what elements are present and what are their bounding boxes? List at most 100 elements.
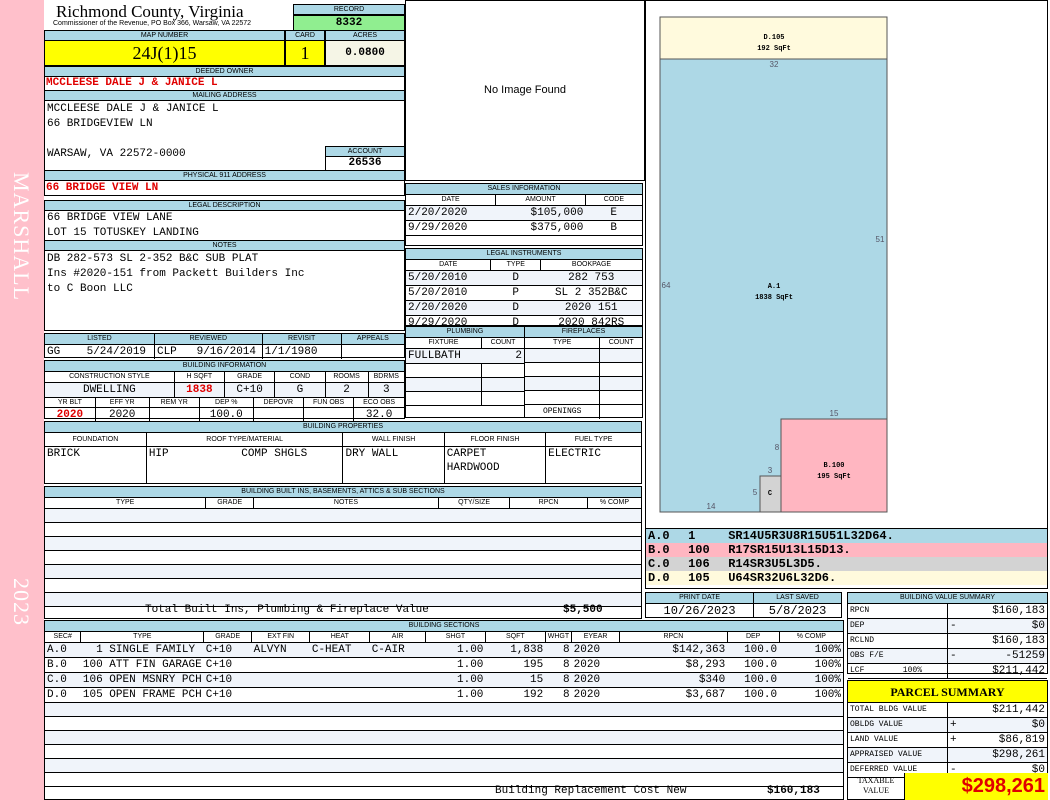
section-cell bbox=[309, 657, 370, 673]
value-summary-cell: $0 bbox=[959, 618, 1047, 634]
property-value: HIP COMP SHGLS bbox=[145, 446, 343, 484]
section-cell: 2020 bbox=[571, 642, 620, 658]
section-cell: 1.00 bbox=[425, 642, 486, 658]
section-cell: 100.0 bbox=[727, 657, 780, 673]
empty-cell bbox=[205, 522, 254, 537]
district-name: MARSHALL bbox=[9, 172, 34, 302]
instrument-cell: 5/20/2010 bbox=[406, 270, 491, 286]
empty-cell bbox=[599, 362, 642, 377]
reviewed-value: CLP 9/16/2014 bbox=[153, 344, 263, 359]
empty-cell bbox=[509, 522, 588, 537]
building-info: BUILDING INFORMATION CONSTRUCTION STYLE H… bbox=[44, 360, 405, 422]
empty-cell bbox=[369, 772, 426, 787]
empty-cell bbox=[80, 730, 204, 745]
empty-cell bbox=[509, 578, 588, 593]
col-header: ROOMS bbox=[324, 372, 369, 383]
parcel-summary-cell: TOTAL BLDG VALUE bbox=[848, 703, 948, 718]
section-cell bbox=[309, 672, 370, 688]
building-info-value: 32.0 bbox=[353, 407, 404, 422]
empty-cell bbox=[599, 348, 642, 363]
empty-cell bbox=[251, 716, 310, 731]
sections-total: $160,183 bbox=[767, 785, 820, 797]
empty-cell bbox=[438, 578, 510, 593]
sketch-codes: A.0 1 SR14U5R3U8R15U51L32D64. B.0 100 R17SR15… bbox=[645, 528, 1048, 589]
value-summary-cell bbox=[947, 604, 960, 619]
openings bbox=[599, 404, 642, 419]
empty-cell bbox=[251, 702, 310, 717]
empty-cell bbox=[619, 716, 728, 731]
empty-cell bbox=[253, 522, 439, 537]
value-summary-cell bbox=[947, 663, 960, 679]
plumbing: PLUMBING FIXTURE COUNT FULLBATH 2 bbox=[405, 326, 525, 418]
empty-cell bbox=[205, 508, 254, 523]
col-header: COND bbox=[274, 372, 325, 383]
sketch-code-cell: R14SR3U5L3D5. bbox=[728, 557, 822, 571]
building-info-value bbox=[148, 407, 200, 422]
building-info-value: 2020 bbox=[94, 407, 150, 422]
section-cell: 1.00 bbox=[425, 672, 486, 688]
col-header: COUNT bbox=[481, 338, 524, 349]
instrument-cell: 5/20/2010 bbox=[406, 285, 491, 301]
section-cell bbox=[309, 687, 370, 703]
section-cell: 1,838 bbox=[485, 642, 546, 658]
empty-cell bbox=[45, 702, 81, 717]
photo-box: No Image Found bbox=[405, 0, 645, 181]
instrument-cell: P bbox=[490, 285, 541, 301]
empty-cell bbox=[485, 772, 546, 787]
empty-cell bbox=[509, 550, 588, 565]
legal-line: 66 BRIDGE VIEW LANE bbox=[47, 212, 173, 224]
empty-cell bbox=[525, 362, 600, 377]
dim-label: 5 bbox=[753, 488, 758, 497]
sketch-box: D.105 192 SqFt A.1 1838 SqFt B.100 195 S… bbox=[645, 0, 1048, 529]
section-cell: 15 bbox=[485, 672, 546, 688]
empty-cell bbox=[587, 522, 641, 537]
col-header: CONSTRUCTION STYLE bbox=[45, 372, 175, 383]
sales-cell: 2/20/2020 bbox=[406, 205, 496, 221]
parcel-summary-cell: $0 bbox=[959, 717, 1047, 733]
empty-cell bbox=[203, 758, 252, 773]
parcel-summary-cell bbox=[947, 747, 960, 763]
empty-cell bbox=[545, 730, 572, 745]
parcel-summary-cell: $211,442 bbox=[959, 703, 1047, 718]
col-header: WALL FINISH bbox=[342, 433, 445, 447]
parcel-summary-cell: $86,819 bbox=[959, 732, 1047, 748]
dim-label: 3 bbox=[768, 466, 773, 475]
empty-cell bbox=[45, 550, 206, 565]
empty-cell bbox=[251, 730, 310, 745]
print-date-label: PRINT DATE bbox=[646, 593, 754, 604]
taxable-label: TAXABLE VALUE bbox=[857, 776, 895, 795]
sketch-label: A.1 bbox=[768, 283, 781, 291]
building-info-value: DWELLING bbox=[45, 382, 175, 398]
acres-value: 0.0800 bbox=[325, 40, 405, 66]
instrument-cell: 2020 151 bbox=[540, 300, 642, 316]
empty-cell bbox=[509, 508, 588, 523]
empty-cell bbox=[369, 702, 426, 717]
taxable-value: $298,261 bbox=[904, 773, 1048, 800]
section-cell bbox=[251, 687, 310, 703]
section-cell: 2020 bbox=[571, 687, 620, 703]
empty-cell bbox=[45, 772, 81, 787]
empty-cell bbox=[587, 536, 641, 551]
sales-cell: E bbox=[585, 205, 642, 221]
empty-cell bbox=[438, 592, 510, 607]
empty-cell bbox=[545, 716, 572, 731]
col-header: APPEALS bbox=[340, 334, 404, 345]
section-cell: 100.0 bbox=[727, 642, 780, 658]
legal-line: LOT 15 TOTUSKEY LANDING bbox=[47, 227, 199, 239]
empty-cell bbox=[45, 508, 206, 523]
county-subtitle: Commissioner of the Revenue, PO Box 366,… bbox=[53, 20, 252, 27]
review-table: LISTED REVIEWED REVISIT APPEALS GG 5/24/201… bbox=[44, 333, 405, 359]
empty-cell bbox=[727, 772, 780, 787]
empty-cell bbox=[438, 536, 510, 551]
empty-cell bbox=[406, 363, 482, 378]
empty-cell bbox=[425, 758, 486, 773]
empty-cell bbox=[205, 536, 254, 551]
sketch-code-cell: SR14U5R3U8R15U51L32D64. bbox=[728, 529, 894, 543]
empty-cell bbox=[80, 772, 204, 787]
section-cell bbox=[251, 672, 310, 688]
col-header: TYPE bbox=[45, 498, 206, 509]
sketch-code-cell: R17SR15U13L15D13. bbox=[728, 543, 851, 557]
empty-cell bbox=[203, 730, 252, 745]
empty-cell bbox=[425, 716, 486, 731]
col-header: DEPOVR bbox=[252, 397, 304, 408]
